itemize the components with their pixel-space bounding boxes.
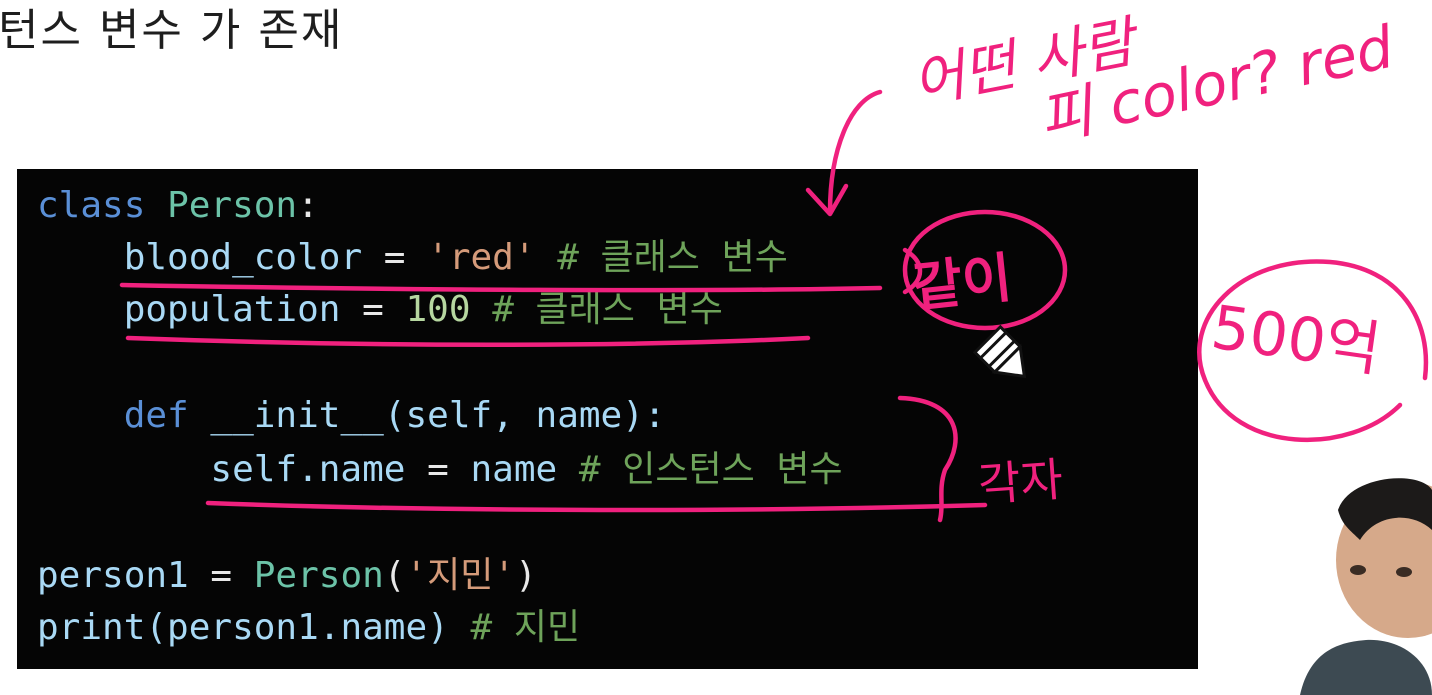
comment: # 클래스 변수: [470, 289, 723, 330]
code-line-6: self.name = name # 인스턴스 변수: [37, 449, 843, 490]
code-line-3: population = 100 # 클래스 변수: [37, 290, 723, 330]
lecture-slide: 턴스 변수 가 존재 class Person: blood_color = '…: [0, 0, 1432, 695]
note-500: 500억: [1207, 292, 1386, 386]
code-line-8: person1 = Person('지민'): [37, 555, 537, 596]
code-line-9: print(person1.name) # 지민: [37, 608, 580, 648]
class-name: Person: [253, 555, 384, 596]
presenter-webcam: [1300, 478, 1432, 695]
function-name: print: [37, 607, 146, 648]
variable: blood_color: [123, 237, 363, 278]
value: name: [470, 449, 558, 490]
code-block: class Person: blood_color = 'red' # 클래스 …: [17, 169, 1198, 669]
note-each: 각자: [976, 452, 1065, 512]
pencil-cursor-icon: [972, 324, 1027, 379]
variable: person1: [37, 555, 189, 596]
string-literal: '지민': [405, 555, 516, 596]
keyword: class: [37, 185, 146, 226]
variable: self.name: [210, 449, 406, 490]
slide-title: 턴스 변수 가 존재: [0, 5, 344, 56]
comment: # 클래스 변수: [535, 237, 788, 278]
arguments: (self, name):: [383, 395, 666, 436]
comment: # 지민: [448, 607, 581, 648]
colon: :: [297, 185, 319, 226]
arguments: (person1.name): [145, 607, 449, 648]
operator: =: [340, 289, 406, 330]
code-line-5: def __init__(self, name):: [37, 396, 666, 436]
note-shared: 같이: [909, 245, 1015, 319]
keyword: def: [123, 395, 189, 436]
number-literal: 100: [405, 289, 471, 330]
class-name: Person: [167, 185, 298, 226]
function-name: __init__: [188, 395, 384, 436]
code-line-1: class Person:: [37, 186, 319, 226]
code-line-2: blood_color = 'red' # 클래스 변수: [37, 238, 788, 278]
operator: =: [362, 237, 428, 278]
operator: =: [405, 449, 471, 490]
variable: population: [123, 289, 341, 330]
operator: =: [188, 555, 254, 596]
string-literal: 'red': [427, 237, 536, 278]
comment: # 인스턴스 변수: [557, 449, 843, 490]
